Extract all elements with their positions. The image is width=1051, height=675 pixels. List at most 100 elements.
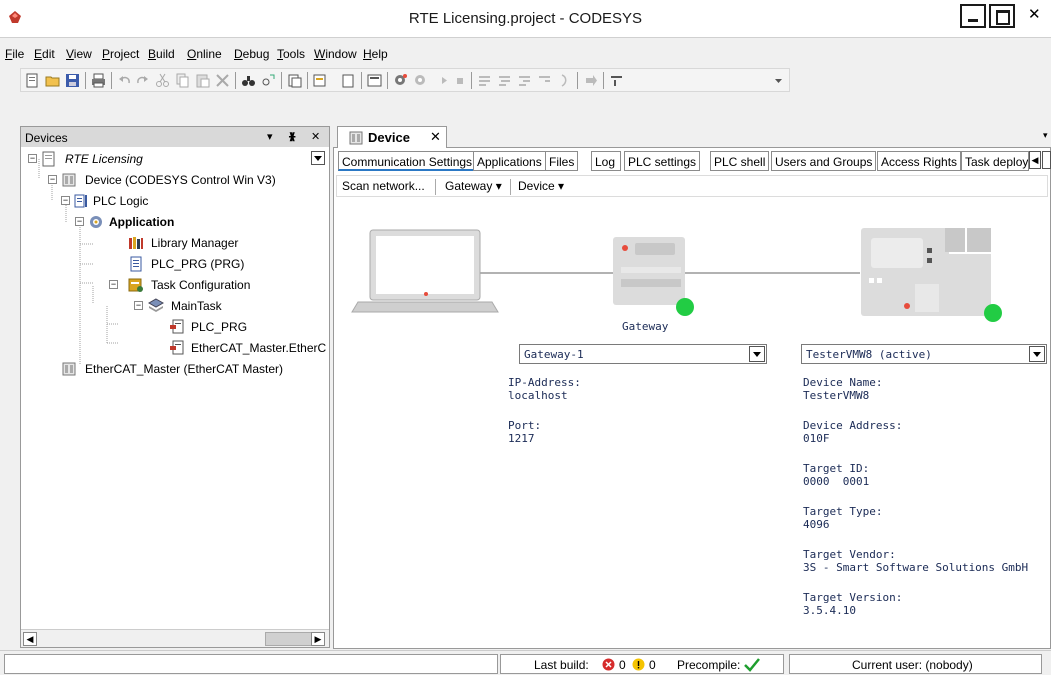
menu-help[interactable]: Help — [363, 47, 388, 61]
new-project-icon[interactable] — [25, 73, 40, 88]
menu-tools[interactable]: Tools — [277, 47, 305, 61]
tree-item-device[interactable]: − Device (CODESYS Control Win V3) — [21, 170, 329, 190]
tab-task-deploy[interactable]: Task deploy — [961, 151, 1029, 171]
collapse-icon[interactable]: − — [61, 196, 70, 205]
copy-icon[interactable] — [175, 73, 190, 88]
scroll-left-icon[interactable]: ◀ — [1029, 151, 1041, 169]
tree-item-application[interactable]: − Application — [21, 212, 329, 232]
port-label: Port: — [508, 419, 542, 432]
horizontal-scrollbar[interactable]: ◀ ▶ — [21, 629, 329, 647]
chevron-down-icon[interactable]: ▾ — [267, 130, 273, 143]
tree-item-plc-prg[interactable]: PLC_PRG (PRG) — [21, 254, 329, 274]
redo-icon[interactable] — [135, 73, 150, 88]
maximize-button[interactable] — [989, 4, 1015, 28]
tree-item-plc-prg-call[interactable]: PLC_PRG — [21, 317, 329, 337]
bookmark-icon[interactable] — [287, 73, 302, 88]
minimize-button[interactable] — [960, 4, 986, 28]
command-separator — [510, 179, 511, 195]
tree-item-project[interactable]: − RTE Licensing — [21, 149, 329, 169]
menu-project[interactable]: Project — [102, 47, 139, 61]
tree-label: PLC_PRG — [191, 320, 248, 334]
collapse-icon[interactable]: − — [134, 301, 143, 310]
step-over-icon[interactable] — [497, 73, 512, 88]
menu-file[interactable]: File — [5, 47, 24, 61]
menu-window[interactable]: Window — [314, 47, 357, 61]
collapse-icon[interactable]: − — [75, 217, 84, 226]
device-menu-button[interactable]: Device ▾ — [518, 179, 564, 193]
login-icon[interactable] — [413, 73, 428, 88]
add-object-icon[interactable] — [341, 73, 356, 88]
tab-log[interactable]: Log — [591, 151, 621, 171]
find-icon[interactable] — [241, 73, 256, 88]
chevron-down-icon[interactable] — [749, 346, 765, 362]
tab-plc-settings[interactable]: PLC settings — [624, 151, 701, 171]
gateway-menu-button[interactable]: Gateway ▾ — [445, 179, 502, 193]
step-out-icon[interactable] — [537, 73, 552, 88]
print-icon[interactable] — [91, 73, 106, 88]
toggle-breakpoint-icon[interactable] — [583, 73, 598, 88]
tab-files[interactable]: Files — [545, 151, 579, 171]
close-icon[interactable]: ✕ — [311, 130, 320, 143]
menu-view[interactable]: View — [66, 47, 92, 61]
tab-applications[interactable]: Applications — [473, 151, 546, 171]
delete-icon[interactable] — [215, 73, 230, 88]
chevron-down-icon[interactable]: ▾ — [1043, 130, 1048, 141]
save-icon[interactable] — [65, 73, 80, 88]
tree-item-library-manager[interactable]: Library Manager — [21, 233, 329, 253]
toolbar-overflow-icon[interactable] — [771, 73, 786, 88]
logout-icon[interactable] — [437, 73, 452, 88]
tree-dropdown-button[interactable] — [311, 151, 325, 165]
undo-icon[interactable] — [117, 73, 132, 88]
add-folder-icon[interactable] — [367, 73, 382, 88]
collapse-icon[interactable]: − — [109, 280, 118, 289]
tab-plc-shell[interactable]: PLC shell — [710, 151, 770, 171]
close-button[interactable]: ✕ — [1018, 4, 1048, 28]
scroll-right-icon[interactable]: ▶ — [311, 632, 325, 646]
open-project-icon[interactable] — [45, 73, 60, 88]
tree-item-ethercat-master[interactable]: EtherCAT_Master (EtherCAT Master) — [21, 359, 329, 379]
menu-online[interactable]: Online — [187, 47, 222, 61]
scroll-right-icon[interactable] — [1042, 151, 1051, 169]
show-next-statement-icon[interactable] — [609, 73, 624, 88]
stop-icon[interactable] — [477, 73, 492, 88]
build-icon[interactable] — [393, 73, 408, 88]
cut-icon[interactable] — [155, 73, 170, 88]
tree-item-plc-logic[interactable]: − PLC Logic — [21, 191, 329, 211]
menu-edit[interactable]: Edit — [34, 47, 55, 61]
gateway-select[interactable]: Gateway-1 — [519, 344, 767, 364]
menu-bar: File Edit View Project Build Online Debu… — [0, 44, 1051, 64]
tree-item-maintask[interactable]: − MainTask — [21, 296, 329, 316]
plc-device-icon[interactable] — [855, 226, 1010, 326]
tab-access-rights[interactable]: Access Rights — [877, 151, 962, 171]
tab-users-and-groups[interactable]: Users and Groups — [771, 151, 877, 171]
pin-icon[interactable]: ᚕ — [289, 130, 295, 143]
target-vendor-value: 3S - Smart Software Solutions GmbH — [803, 561, 1029, 574]
gateway-device-icon[interactable] — [605, 233, 697, 319]
insert-icon[interactable] — [313, 73, 328, 88]
device-select[interactable]: TesterVMW8 (active) — [801, 344, 1047, 364]
scroll-left-icon[interactable]: ◀ — [23, 632, 37, 646]
tree-item-ethercat-call[interactable]: EtherCAT_Master.EtherC — [21, 338, 329, 358]
menu-build[interactable]: Build — [148, 47, 175, 61]
toolbar-separator — [307, 72, 308, 89]
tree-label: RTE Licensing — [65, 152, 143, 166]
run-to-cursor-icon[interactable] — [557, 73, 572, 88]
replace-icon[interactable] — [261, 73, 276, 88]
current-user-text: Current user: (nobody) — [852, 658, 973, 672]
collapse-icon[interactable]: − — [28, 154, 37, 163]
scan-network-button[interactable]: Scan network... — [342, 179, 425, 193]
target-type-label: Target Type: — [803, 505, 883, 518]
collapse-icon[interactable]: − — [48, 175, 57, 184]
tab-communication-settings[interactable]: Communication Settings — [338, 151, 477, 171]
menu-debug[interactable]: Debug — [234, 47, 269, 61]
close-icon[interactable]: ✕ — [430, 129, 441, 145]
paste-icon[interactable] — [195, 73, 210, 88]
library-manager-icon — [129, 237, 143, 249]
toolbar-separator — [577, 72, 578, 89]
start-icon[interactable] — [453, 73, 468, 88]
tab-device[interactable]: Device ✕ — [337, 126, 447, 148]
tree-item-task-configuration[interactable]: − Task Configuration — [21, 275, 329, 295]
laptop-icon[interactable] — [350, 228, 500, 316]
step-into-icon[interactable] — [517, 73, 532, 88]
chevron-down-icon[interactable] — [1029, 346, 1045, 362]
